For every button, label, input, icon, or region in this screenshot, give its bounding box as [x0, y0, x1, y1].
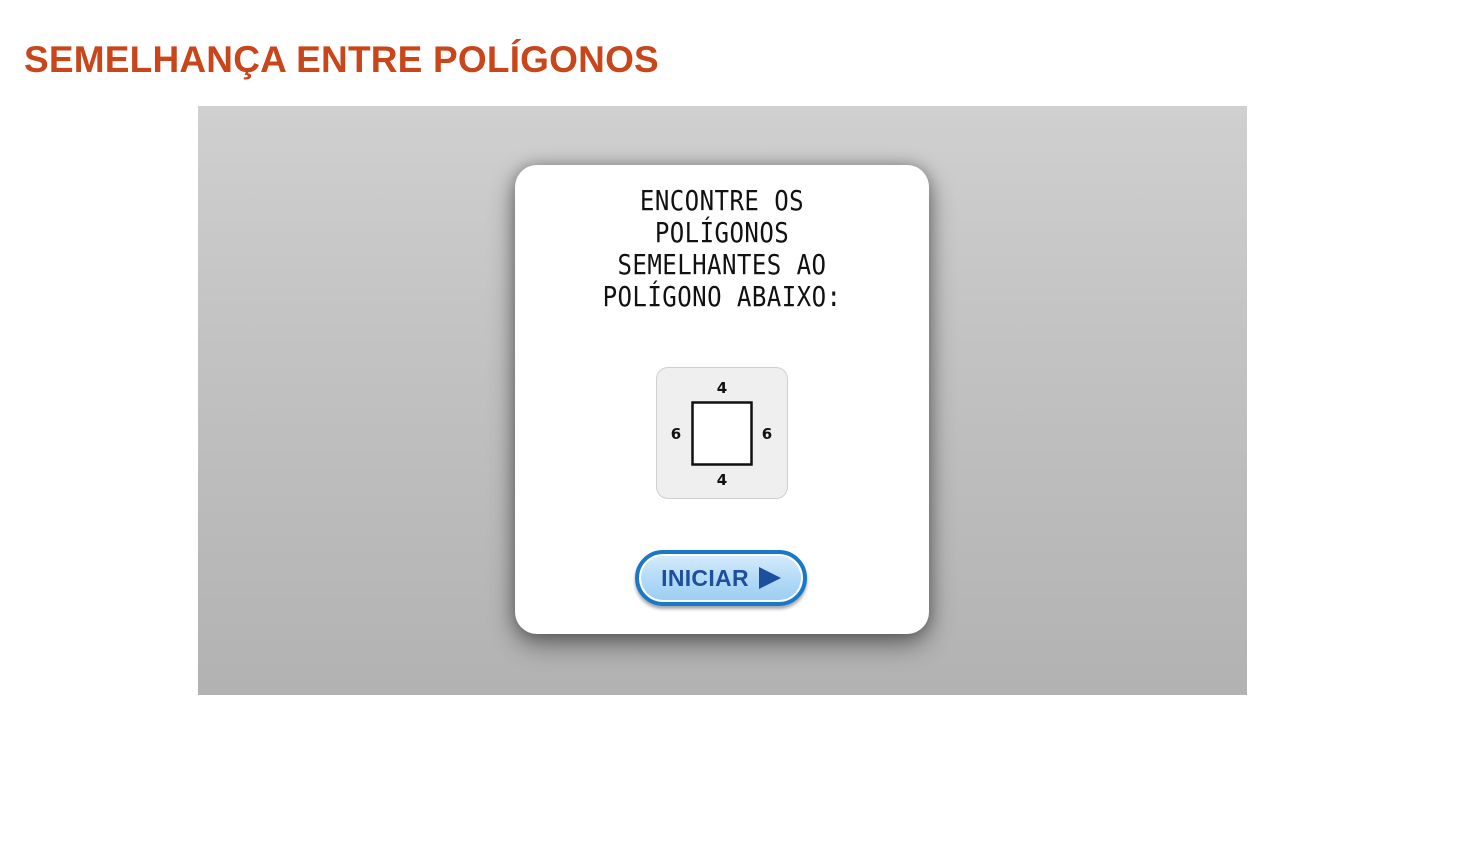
- bottom-side-label: 4: [717, 471, 727, 489]
- start-button-label: INICIAR: [661, 564, 749, 591]
- game-stage: ENCONTRE OS POLÍGONOS SEMELHANTES AO POL…: [198, 106, 1247, 695]
- instruction-text: ENCONTRE OS POLÍGONOS SEMELHANTES AO POL…: [602, 184, 842, 313]
- right-side-label: 6: [762, 425, 772, 443]
- reference-polygon: 4 4 6 6: [671, 379, 772, 489]
- reference-polygon-panel: 4 4 6 6: [656, 367, 788, 499]
- intro-card: ENCONTRE OS POLÍGONOS SEMELHANTES AO POL…: [515, 165, 929, 634]
- top-side-label: 4: [717, 379, 727, 397]
- play-arrow-icon: [758, 567, 781, 589]
- left-side-label: 6: [671, 425, 681, 443]
- reference-rectangle: [691, 401, 753, 466]
- page-title: SEMELHANÇA ENTRE POLÍGONOS: [24, 39, 659, 80]
- start-button[interactable]: INICIAR: [635, 550, 807, 606]
